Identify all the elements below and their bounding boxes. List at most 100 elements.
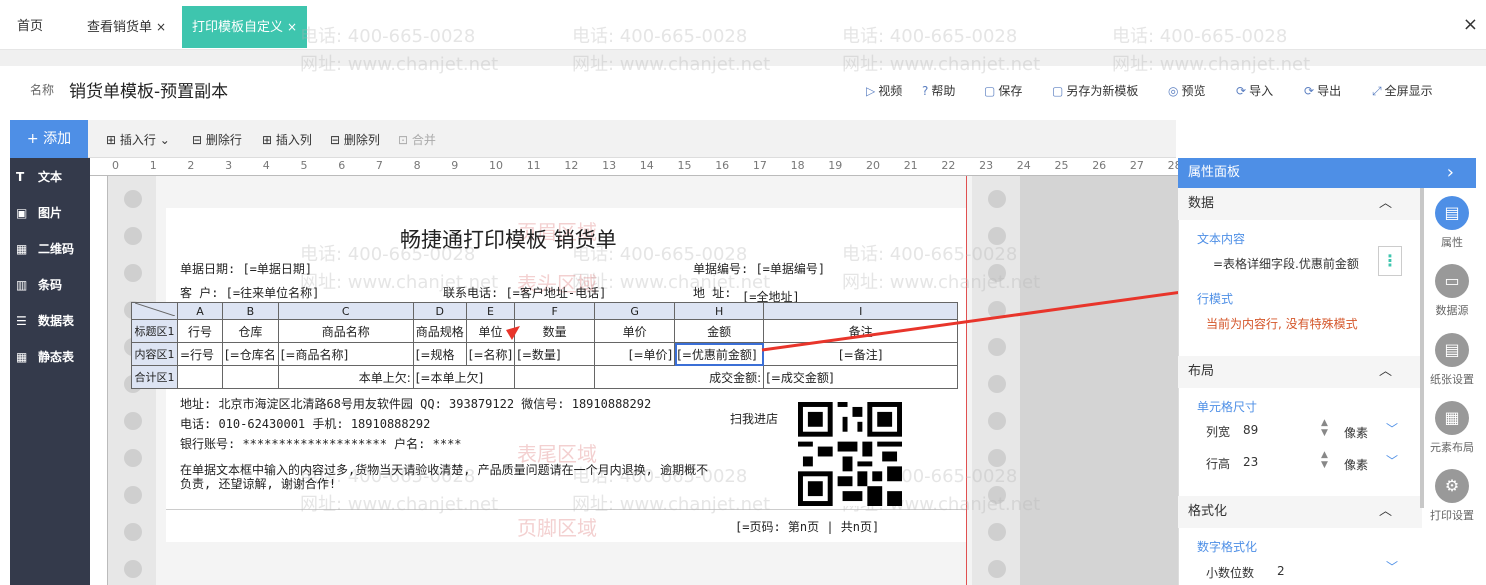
table-cell[interactable]: 仓库 [222,319,279,343]
import-button[interactable]: ⟳ 导入 [1236,82,1273,99]
table-cell[interactable]: 数量 [514,319,596,343]
close-icon[interactable]: × [156,20,166,34]
window-close-icon[interactable]: × [1463,14,1478,35]
right-item-print-settings[interactable]: ⚙ 打印设置 [1427,469,1477,523]
row-height-input[interactable]: 23 [1243,455,1258,469]
table-cell[interactable]: [=仓库名 [222,342,279,366]
column-header[interactable]: I [763,302,959,320]
sidebar-item-barcode[interactable]: ▥ 条码 [16,276,62,293]
fullscreen-button[interactable]: ⤢ 全屏显示 [1372,82,1433,99]
export-button[interactable]: ⟳ 导出 [1304,82,1341,99]
table-cell[interactable] [177,365,223,389]
sidebar-item-qrcode[interactable]: ▦ 二维码 [16,240,74,257]
table-cell[interactable]: [=备注] [763,342,959,366]
collapse-panel-icon[interactable]: › [1447,158,1454,188]
video-button[interactable]: ▷ 视频 [866,82,902,99]
table-cell[interactable]: 单位 [465,319,516,343]
merge-button[interactable]: ⊡ 合并 [398,131,436,148]
tab-home[interactable]: 首页 [17,6,43,48]
table-cell[interactable]: 商品规格 [412,319,467,343]
tab-print-template[interactable]: 打印模板自定义 × [182,6,308,48]
height-unit-select[interactable]: 像素 [1344,456,1368,473]
table-cell[interactable]: [=规格 [412,342,467,366]
tab-sales-order[interactable]: 查看销货单 × [87,6,166,48]
section-layout[interactable]: 布局 ︿ [1178,356,1422,388]
table-cell[interactable]: 成交金额: [594,365,765,389]
detail-table[interactable]: A B C D E F G H I 标题区1 行号 仓库 商品名称 商品规格 单… [131,302,959,389]
help-button[interactable]: ? 帮助 [922,82,955,99]
insert-col-button[interactable]: ⊞ 插入列 [262,131,312,148]
decimals-input[interactable]: 2 [1277,564,1285,578]
add-button[interactable]: + 添加 [10,120,88,158]
doc-phone[interactable]: 电话: 010-62430001 手机: 18910888292 [180,415,430,432]
doc-scan-label[interactable]: 扫我进店 [730,410,778,427]
image-icon: ▣ [16,206,28,220]
delete-col-button[interactable]: ⊟ 删除列 [330,131,380,148]
table-cell[interactable]: [=单价] [594,342,676,366]
table-cell[interactable]: [=数量] [514,342,596,366]
doc-address-label[interactable]: 地 址: [693,284,731,301]
column-header[interactable]: G [594,302,676,320]
row-label[interactable]: 内容区1 [131,342,178,366]
right-item-paper[interactable]: ▤ 纸张设置 [1427,333,1477,387]
doc-company-address[interactable]: 地址: 北京市海淀区北清路68号用友软件园 QQ: 393879122 微信号:… [180,395,651,412]
table-cell[interactable]: [=商品名称] [277,342,414,366]
col-width-input[interactable]: 89 [1243,423,1258,437]
table-cell[interactable]: [=成交金额] [763,365,959,389]
close-icon[interactable]: × [287,20,297,34]
table-cell[interactable]: 本单上欠: [277,365,414,389]
text-content-value[interactable]: =表格详细字段.优惠前金额 [1213,255,1361,272]
more-options-icon[interactable]: ⋮ [1378,246,1402,276]
table-cell[interactable]: 金额 [674,319,765,343]
save-as-button[interactable]: ▢ 另存为新模板 [1052,82,1138,99]
right-item-layout[interactable]: ▦ 元素布局 [1427,401,1477,455]
sidebar-item-image[interactable]: ▣ 图片 [16,204,62,221]
insert-row-button[interactable]: ⊞ 插入行 ⌄ [106,131,170,148]
template-name[interactable]: 销货单模板-预置副本 [69,77,228,102]
chevron-down-icon[interactable]: ﹀ [1386,558,1398,575]
doc-bank[interactable]: 银行账号: ******************** 户名: **** [180,435,462,452]
section-data[interactable]: 数据 ︿ [1178,188,1422,220]
doc-page-number[interactable]: [=页码: 第n页 | 共n页] [735,518,879,535]
preview-button[interactable]: ◎ 预览 [1168,82,1206,99]
column-header[interactable]: C [277,302,414,320]
table-cell[interactable]: 备注 [763,319,959,343]
row-label[interactable]: 合计区1 [131,365,178,389]
table-cell[interactable]: [=名称] [465,342,516,366]
table-cell[interactable]: 行号 [177,319,223,343]
doc-title[interactable]: 畅捷通打印模板 销货单 [400,224,617,254]
sidebar-item-statictable[interactable]: ▦ 静态表 [16,348,74,365]
sidebar-item-datatable[interactable]: ☰ 数据表 [16,312,74,329]
right-item-datasource[interactable]: ▭ 数据源 [1427,264,1477,318]
table-cell[interactable]: 商品名称 [277,319,414,343]
table-cell[interactable]: [=本单上欠] [412,365,516,389]
width-unit-select[interactable]: 像素 [1344,424,1368,441]
chevron-down-icon[interactable]: ﹀ [1386,420,1398,437]
stepper-icon[interactable]: ▲ ▼ [1321,450,1328,470]
right-item-property[interactable]: ▤ 属性 [1427,196,1477,250]
column-header[interactable]: D [412,302,467,320]
column-header[interactable]: E [465,302,516,320]
chevron-down-icon[interactable]: ﹀ [1386,452,1398,469]
section-format[interactable]: 格式化 ︿ [1178,496,1422,528]
column-header[interactable]: H [674,302,765,320]
table-cell[interactable]: 单价 [594,319,676,343]
doc-number-field[interactable]: 单据编号: [=单据编号] [693,260,825,277]
selected-table-cell[interactable]: [=优惠前金额] [674,342,765,366]
sidebar-item-text[interactable]: T 文本 [16,168,62,185]
stepper-icon[interactable]: ▲ ▼ [1321,418,1328,438]
table-cell[interactable]: =行号 [177,342,223,366]
qrcode-image[interactable] [798,402,902,506]
column-header[interactable]: F [514,302,596,320]
column-header[interactable]: B [222,302,279,320]
delete-row-button[interactable]: ⊟ 删除行 [192,131,242,148]
save-button[interactable]: ▢ 保存 [984,82,1022,99]
row-label[interactable]: 标题区1 [131,319,178,343]
doc-customer-field[interactable]: 客 户: [=往来单位名称] [180,284,319,301]
table-cell[interactable] [222,365,279,389]
column-header[interactable]: A [177,302,223,320]
doc-notice-line2[interactable]: 负责, 还望谅解, 谢谢合作! [180,475,336,492]
doc-date-field[interactable]: 单据日期: [=单据日期] [180,260,312,277]
doc-contact-field[interactable]: 联系电话: [=客户地址-电话] [443,284,606,301]
table-cell[interactable] [514,365,596,389]
